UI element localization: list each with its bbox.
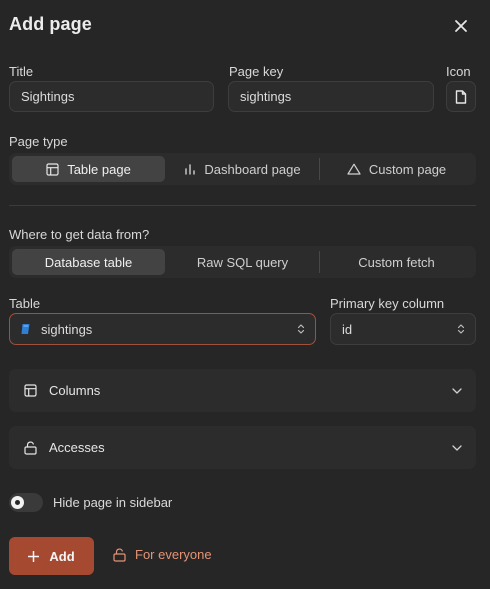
- database-table-icon: [21, 324, 30, 334]
- primary-key-select-value: id: [342, 321, 353, 337]
- add-button[interactable]: Add: [9, 537, 94, 575]
- data-source-database-table-label: Database table: [44, 254, 133, 270]
- data-source-custom-fetch[interactable]: Custom fetch: [320, 249, 473, 275]
- page-type-dashboard-label: Dashboard page: [204, 161, 301, 177]
- page-key-input[interactable]: sightings: [228, 81, 434, 112]
- page-type-table-label: Table page: [67, 161, 131, 177]
- chevron-updown-icon: [297, 324, 305, 334]
- data-source-database-table[interactable]: Database table: [12, 249, 165, 275]
- page-type-custom[interactable]: Custom page: [320, 156, 473, 182]
- page-type-label: Page type: [9, 134, 68, 149]
- page-type-custom-label: Custom page: [368, 161, 447, 177]
- chevron-down-icon: [452, 387, 462, 394]
- data-source-raw-sql[interactable]: Raw SQL query: [166, 249, 319, 275]
- title-input-value: Sightings: [21, 89, 75, 104]
- table-select-value: sightings: [41, 321, 93, 337]
- icon-label: Icon: [446, 64, 471, 79]
- title-input[interactable]: Sightings: [9, 81, 214, 112]
- dialog-title: Add page: [9, 14, 92, 34]
- hide-in-sidebar-label: Hide page in sidebar: [53, 495, 173, 510]
- table-icon: [24, 384, 37, 397]
- table-label: Table: [9, 296, 41, 311]
- primary-key-label: Primary key column: [330, 296, 445, 311]
- data-source-label: Where to get data from?: [9, 227, 150, 242]
- plus-icon: [28, 550, 40, 562]
- chevron-down-icon: [452, 444, 462, 451]
- data-source-raw-sql-label: Raw SQL query: [196, 254, 289, 270]
- close-button[interactable]: [451, 16, 471, 36]
- access-button-label: For everyone: [135, 547, 212, 562]
- title-label: Title: [9, 64, 34, 79]
- accesses-accordion-label: Accesses: [49, 440, 105, 455]
- columns-accordion-label: Columns: [49, 383, 101, 398]
- unlock-icon: [24, 441, 37, 455]
- unlock-icon: [113, 548, 126, 562]
- section-divider: [9, 205, 476, 206]
- access-button[interactable]: For everyone: [113, 547, 212, 562]
- triangle-icon: [347, 163, 361, 175]
- icon-picker-button[interactable]: [446, 81, 476, 112]
- data-source-custom-fetch-label: Custom fetch: [358, 254, 435, 270]
- accesses-accordion[interactable]: Accesses: [9, 426, 476, 469]
- page-type-dashboard[interactable]: Dashboard page: [166, 156, 319, 182]
- columns-accordion[interactable]: Columns: [9, 369, 476, 412]
- close-icon: [455, 20, 467, 32]
- primary-key-select[interactable]: id: [330, 313, 476, 345]
- table-icon: [46, 162, 59, 176]
- page-key-label: Page key: [229, 64, 284, 79]
- bar-chart-icon: [185, 164, 196, 175]
- page-type-table[interactable]: Table page: [12, 156, 165, 182]
- add-button-label: Add: [49, 548, 75, 564]
- chevron-updown-icon: [457, 324, 465, 334]
- page-key-input-value: sightings: [240, 89, 292, 104]
- data-source-segmented: Database table Raw SQL query Custom fetc…: [9, 246, 476, 278]
- page-type-segmented: Table page Dashboard page Custom page: [9, 153, 476, 185]
- table-select[interactable]: sightings: [9, 313, 316, 345]
- toggle-knob: [11, 496, 24, 509]
- file-icon: [455, 89, 467, 104]
- hide-in-sidebar-toggle[interactable]: [9, 493, 43, 512]
